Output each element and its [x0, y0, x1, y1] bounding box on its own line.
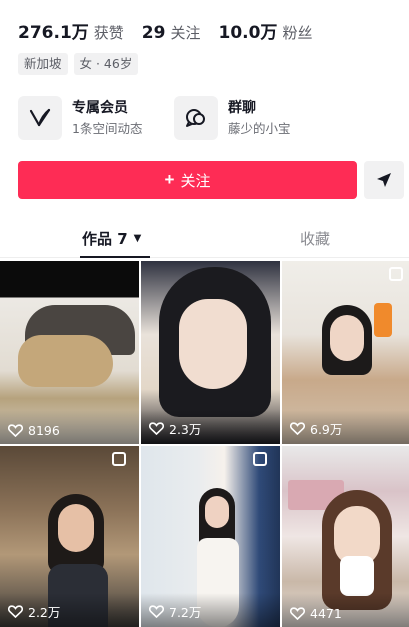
- phone-shape: [374, 303, 392, 337]
- heart-icon: [290, 422, 305, 435]
- dog-shape: [18, 335, 113, 387]
- heart-icon: [149, 605, 164, 618]
- video-thumbnail[interactable]: 2.2万: [0, 446, 139, 627]
- tab-works[interactable]: 作品 7 ▼: [82, 228, 141, 249]
- membership-subtitle: 1条空间动态: [72, 121, 143, 136]
- video-thumbnail[interactable]: 6.9万: [282, 261, 409, 444]
- heart-icon: [8, 605, 23, 618]
- stat-followers-label: 粉丝: [282, 24, 313, 42]
- face-shape: [58, 504, 94, 552]
- video-like-count: 6.9万: [290, 419, 342, 438]
- tab-favorites-label: 收藏: [300, 230, 331, 248]
- like-count-text: 8196: [28, 423, 60, 438]
- follow-button-label: 关注: [180, 172, 211, 190]
- like-count-text: 2.3万: [169, 422, 202, 437]
- like-count-text: 4471: [310, 606, 342, 621]
- stat-following-value: 29: [141, 23, 166, 43]
- group-chat-icon: [174, 96, 218, 140]
- heart-icon: [8, 424, 23, 437]
- heart-icon: [149, 422, 164, 435]
- pinned-icon: [253, 452, 267, 466]
- face-shape: [330, 315, 364, 361]
- stat-likes-value: 276.1万: [18, 23, 89, 43]
- stat-likes[interactable]: 276.1万 获赞: [18, 18, 124, 43]
- video-thumbnail[interactable]: 8196: [0, 261, 139, 444]
- video-like-count: 2.2万: [8, 602, 60, 621]
- stat-following[interactable]: 29 关注: [142, 22, 201, 43]
- video-like-count: 8196: [8, 423, 60, 438]
- caret-down-icon: ▼: [133, 233, 142, 244]
- video-thumbnail[interactable]: 7.2万: [141, 446, 280, 627]
- video-like-count: 7.2万: [149, 602, 201, 621]
- group-chat-subtitle: 藤少的小宝: [228, 121, 291, 136]
- video-grid: 8196 2.3万 6.9万 2.2万 7.2万 4471: [0, 261, 409, 627]
- location-tag: 新加坡: [18, 53, 68, 75]
- pinned-icon: [389, 267, 403, 281]
- active-tab-indicator: [80, 256, 150, 258]
- cup-shape: [340, 556, 374, 596]
- gender-age-tag: 女 · 46岁: [73, 53, 139, 75]
- content-tabs: 作品 7 ▼ 收藏: [0, 214, 409, 258]
- membership-entry[interactable]: 专属会员 1条空间动态: [18, 96, 142, 140]
- face-shape: [179, 299, 247, 389]
- like-count-text: 6.9万: [310, 422, 343, 437]
- follow-button[interactable]: + 关注: [18, 161, 357, 199]
- video-like-count: 2.3万: [149, 419, 201, 438]
- stat-likes-label: 获赞: [93, 24, 124, 42]
- video-like-count: 4471: [290, 606, 342, 621]
- share-button[interactable]: [364, 161, 404, 199]
- tab-favorites[interactable]: 收藏: [300, 228, 330, 249]
- stat-followers[interactable]: 10.0万 粉丝: [218, 18, 312, 43]
- send-icon: [377, 173, 391, 187]
- face-shape: [205, 496, 229, 528]
- like-count-text: 7.2万: [169, 605, 202, 620]
- group-chat-entry[interactable]: 群聊 藤少的小宝: [174, 96, 291, 140]
- stat-following-label: 关注: [170, 24, 201, 42]
- video-thumbnail[interactable]: 2.3万: [141, 261, 280, 444]
- membership-title: 专属会员: [72, 100, 128, 116]
- video-thumbnail[interactable]: 4471: [282, 446, 409, 627]
- profile-tags: 新加坡 女 · 46岁: [18, 53, 144, 75]
- plus-icon: +: [164, 170, 175, 189]
- profile-stats: 276.1万 获赞 29 关注 10.0万 粉丝: [18, 18, 330, 43]
- stat-followers-value: 10.0万: [218, 23, 278, 43]
- v-membership-icon: [18, 96, 62, 140]
- group-chat-title: 群聊: [228, 100, 256, 116]
- heart-icon: [290, 607, 305, 620]
- tab-works-label: 作品 7: [82, 230, 128, 248]
- like-count-text: 2.2万: [28, 605, 61, 620]
- pinned-icon: [112, 452, 126, 466]
